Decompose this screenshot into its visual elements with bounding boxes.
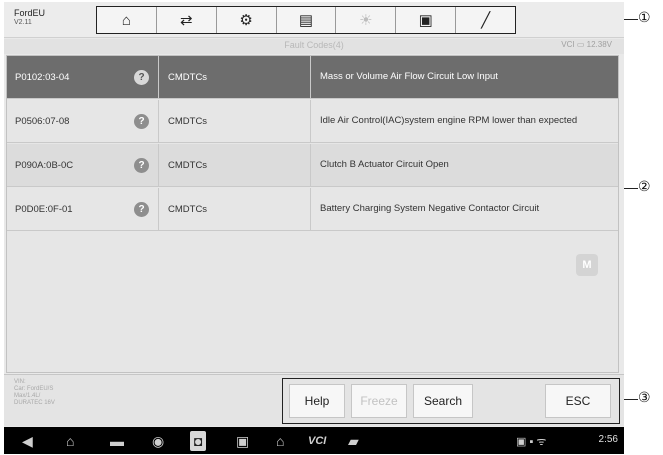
page-title: Fault Codes(4) [284,40,344,50]
car-label: Car: FordEU/S [14,386,54,392]
vin-label: VIN: [14,379,26,385]
callout-3: ③ [638,390,651,406]
software-version: V2.11 [14,19,32,26]
home-icon[interactable]: ⌂ [97,7,157,33]
tablet-screen: FordEU V2.11 ⌂ ⇄ ⚙ ▤ ☀ ▣ ╱ Fault Codes(4… [4,2,624,454]
data-log-icon[interactable]: ╱ [456,7,515,33]
engine-model-label: DURATEC 16V [14,400,55,406]
dtc-help-cell[interactable]: ? [125,100,159,142]
dtc-help-cell[interactable]: ? [125,144,159,186]
dtc-code: P0D0E:0F-01 [15,203,73,215]
dtc-status: CMDTCs [159,56,311,98]
dtc-code: P0102:03-04 [15,71,70,83]
table-row[interactable]: P0D0E:0F-01 ? CMDTCs Battery Charging Sy… [7,188,618,231]
recent-apps-icon[interactable]: ▬ [110,431,124,451]
question-icon[interactable]: ? [134,157,149,173]
question-icon[interactable]: ? [134,69,149,85]
table-row[interactable]: P0102:03-04 ? CMDTCs Mass or Volume Air … [7,56,618,99]
vehicle-info: VIN: Car: FordEU/S Max/1.4L/ DURATEC 16V [14,379,55,407]
system-status-icons: ▣ ▪ ᯤ [516,435,547,448]
multitask-icon[interactable]: ▣ [236,431,249,451]
sub-header: Fault Codes(4) VCI ▭ 12.38V [4,39,624,54]
callout-1: ① [638,10,651,26]
page: FordEU V2.11 ⌂ ⇄ ⚙ ▤ ☀ ▣ ╱ Fault Codes(4… [0,0,663,455]
dtc-code: P090A:0B-0C [15,159,74,171]
printer-icon[interactable]: ▤ [277,7,337,33]
top-bar: FordEU V2.11 ⌂ ⇄ ⚙ ▤ ☀ ▣ ╱ [4,2,624,38]
vci-nav[interactable]: VCI [308,431,326,451]
esc-button[interactable]: ESC [545,384,611,418]
help-button[interactable]: Help [289,384,345,418]
browser-icon[interactable]: ◉ [152,431,164,451]
back-icon[interactable]: ◀ [22,431,33,451]
dtc-code: P0506:07-08 [15,115,70,127]
callout-line-2 [624,188,638,189]
battery-icon: ▭ [576,40,585,49]
camera-icon[interactable]: ◘ [190,431,207,451]
m-floating-button[interactable]: M [576,254,598,276]
engine-label: Max/1.4L/ [14,393,41,399]
table-row[interactable]: P0506:07-08 ? CMDTCs Idle Air Control(IA… [7,100,618,143]
freeze-button[interactable]: Freeze [351,384,407,418]
dtc-help-cell[interactable]: ? [125,56,159,98]
car-icon[interactable]: ▰ [348,431,359,451]
android-nav-bar: ◀ ⌂ ▬ ◉ ◘ ▣ ⌂ VCI ▰ ▣ ▪ ᯤ 2:56 [4,427,624,454]
fault-code-table: P0102:03-04 ? CMDTCs Mass or Volume Air … [6,55,619,373]
dtc-status: CMDTCs [159,144,311,186]
callout-line-1 [624,19,638,20]
dtc-status: CMDTCs [159,188,311,230]
vci-status: VCI [561,40,575,49]
callout-line-3 [624,399,638,400]
question-icon[interactable]: ? [134,201,149,217]
dtc-help-cell[interactable]: ? [125,188,159,230]
maxisys-home-icon[interactable]: ⌂ [276,431,284,451]
help-icon[interactable]: ☀ [336,7,397,33]
home-nav-icon[interactable]: ⌂ [66,431,74,451]
status-indicators: VCI ▭ 12.38V [561,40,612,49]
dtc-description: Clutch B Actuator Circuit Open [320,159,449,170]
battery-voltage: 12.38V [586,40,612,49]
dtc-description: Mass or Volume Air Flow Circuit Low Inpu… [320,71,498,82]
vehicle-name: FordEU [14,8,46,18]
table-row[interactable]: P090A:0B-0C ? CMDTCs Clutch B Actuator C… [7,144,618,187]
bottom-bar: VIN: Car: FordEU/S Max/1.4L/ DURATEC 16V… [4,374,624,426]
search-button[interactable]: Search [413,384,473,418]
dtc-status: CMDTCs [159,100,311,142]
toolbar: ⌂ ⇄ ⚙ ▤ ☀ ▣ ╱ [96,6,516,34]
dtc-description: Idle Air Control(IAC)system engine RPM l… [320,115,578,126]
clock: 2:56 [598,434,618,445]
save-icon[interactable]: ▣ [396,7,457,33]
callout-2: ② [638,179,651,195]
question-icon[interactable]: ? [134,113,149,129]
dtc-description: Battery Charging System Negative Contact… [320,203,540,214]
settings-gear-icon[interactable]: ⚙ [217,7,277,33]
function-buttons: Help Freeze Search ESC [282,378,620,424]
vehicle-swap-icon[interactable]: ⇄ [157,7,217,33]
